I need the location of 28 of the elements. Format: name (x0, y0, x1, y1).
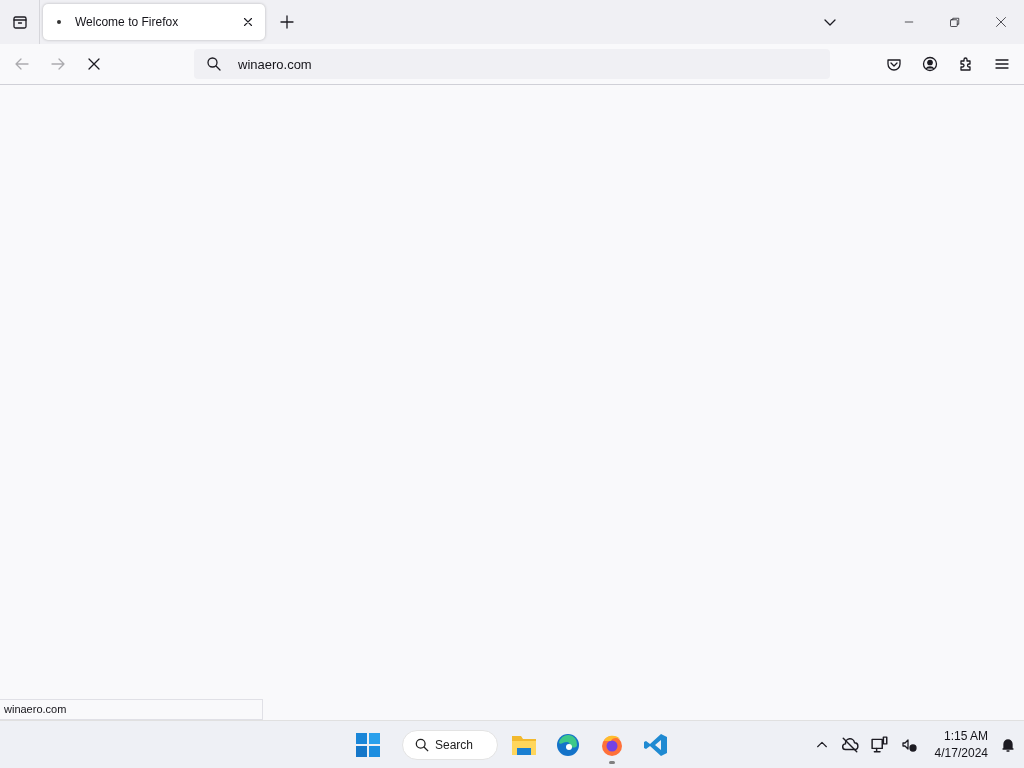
search-field[interactable]: Search (402, 729, 498, 760)
pocket-icon[interactable] (886, 56, 902, 72)
cloud-off-icon[interactable] (840, 735, 859, 754)
start-icon[interactable] (356, 732, 380, 757)
stop-icon[interactable] (86, 56, 102, 72)
tab-list-icon[interactable] (12, 14, 28, 30)
running-indicator (609, 760, 615, 764)
new-tab-icon[interactable] (279, 14, 295, 30)
notification-bell-icon[interactable] (1000, 736, 1016, 753)
status-text: winaero.com (0, 699, 263, 720)
menu-icon[interactable] (994, 56, 1010, 72)
search-icon (415, 737, 429, 752)
close-icon[interactable] (241, 15, 255, 29)
tab-title: Welcome to Firefox (75, 15, 180, 29)
browser-tab[interactable]: Welcome to Firefox (43, 4, 265, 40)
browser-icon[interactable] (556, 732, 580, 757)
restore-icon[interactable] (949, 16, 961, 28)
code-editor-icon[interactable] (644, 732, 668, 757)
clock-date[interactable]: 4/17/2024 (934, 744, 988, 762)
network-icon[interactable] (870, 735, 889, 754)
puzzle-icon[interactable] (958, 56, 974, 72)
address-bar[interactable]: winaero.com (194, 49, 830, 79)
folder-icon[interactable] (511, 733, 537, 756)
account-icon[interactable] (922, 56, 938, 72)
loading-icon (57, 20, 61, 24)
search-icon (206, 56, 222, 72)
close-icon[interactable] (995, 16, 1007, 28)
clock-time[interactable]: 1:15 AM (943, 727, 988, 745)
